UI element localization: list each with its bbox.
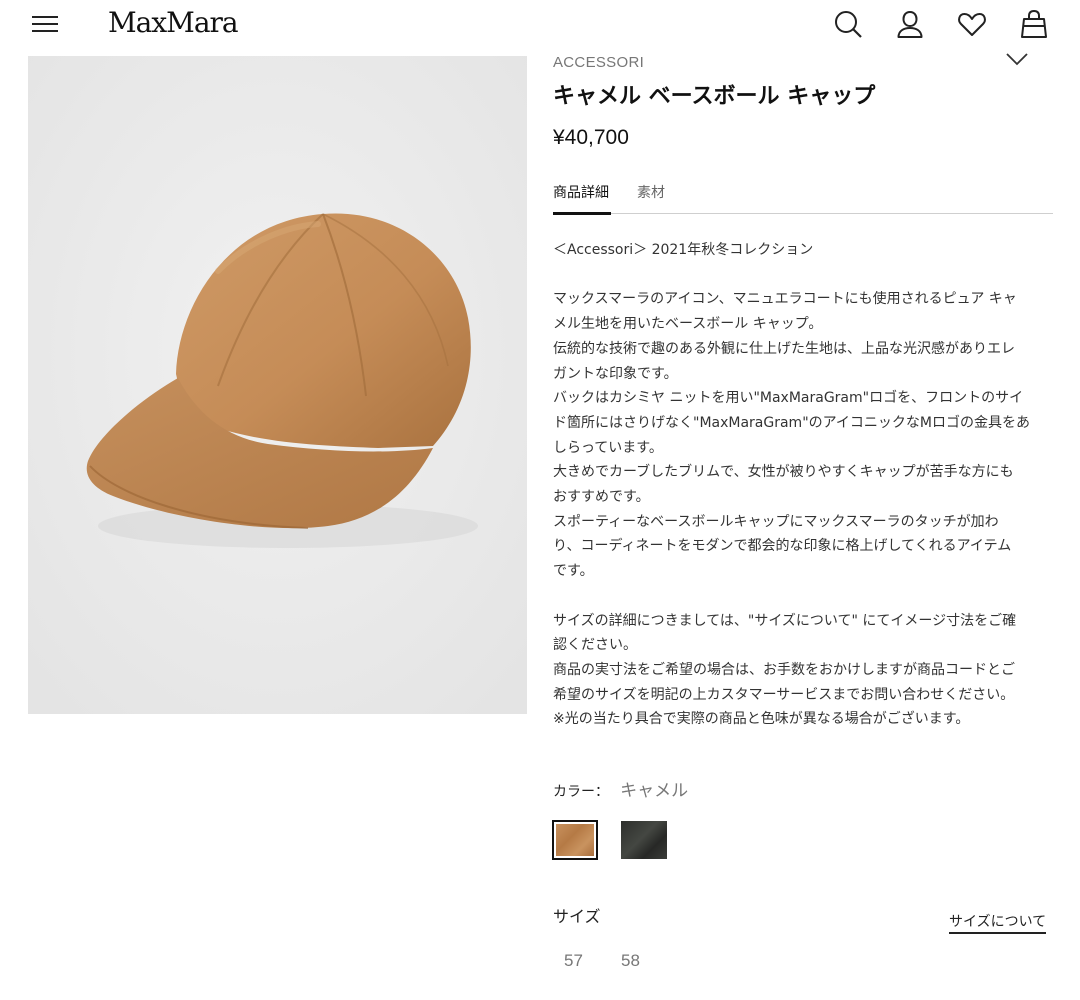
cap-image (28, 56, 527, 714)
brand-logo[interactable]: MaxMara (108, 6, 239, 39)
size-guide-link[interactable]: サイズについて (949, 911, 1047, 934)
color-label: カラー： (553, 784, 609, 800)
heart-icon[interactable] (956, 8, 988, 40)
tab-details[interactable]: 商品詳細 (553, 182, 611, 215)
description-line: ド箇所にはさりげなく"MaxMaraGram"のアイコニックなMロゴの金具をあ (553, 414, 1031, 431)
swatch-fill (621, 821, 667, 859)
description-line: バックはカシミヤ ニットを用い"MaxMaraGram"ロゴを、フロントのサイ (553, 390, 1024, 407)
tab-material[interactable]: 素材 (637, 182, 665, 214)
description-line: 大きめでカーブしたブリムで、女性が被りやすくキャップが苦手な方にも (553, 464, 1014, 481)
product-image[interactable] (28, 56, 527, 714)
site-header: MaxMara (0, 0, 1080, 52)
product-price: ¥40,700 (553, 126, 629, 149)
swatch-fill (556, 824, 594, 856)
size-option-58[interactable]: 58 (621, 951, 640, 971)
description-line: おすすめです。 (553, 489, 650, 506)
description-line: メル生地を用いたベースボール キャップ。 (553, 316, 823, 333)
color-value: キャメル (620, 781, 689, 801)
chevron-down-icon[interactable] (1002, 46, 1032, 72)
bag-icon[interactable] (1018, 8, 1050, 40)
product-description: ＜Accessori＞ 2021年秋冬コレクション マックスマーラのアイコン、マ… (553, 238, 1053, 732)
color-swatch-camel[interactable] (552, 820, 598, 860)
size-option-57[interactable]: 57 (564, 951, 583, 971)
color-selector: カラー： キャメル (553, 776, 688, 801)
description-line: 認ください。 (553, 637, 637, 654)
description-line: ※光の当たり具合で実際の商品と色味が異なる場合がございます。 (553, 711, 970, 728)
description-line: スポーティーなベースボールキャップにマックスマーラのタッチが加わ (553, 513, 999, 530)
description-line: 希望のサイズを明記の上カスタマーサービスまでお問い合わせください。 (553, 686, 1015, 703)
description-line: マックスマーラのアイコン、マニュエラコートにも使用されるピュア キャ (553, 291, 1017, 308)
menu-icon[interactable] (32, 12, 60, 36)
description-line: 商品の実寸法をご希望の場合は、お手数をおかけしますが商品コードとご (553, 661, 1015, 678)
product-title: キャメル ベースボール キャップ (553, 84, 876, 109)
description-line: ガントな印象です。 (553, 365, 678, 382)
account-icon[interactable] (894, 8, 926, 40)
color-swatch-black[interactable] (621, 821, 667, 859)
search-icon[interactable] (832, 8, 864, 40)
description-line: しらっています。 (553, 439, 663, 456)
description-line: サイズの詳細につきましては、"サイズについて" にてイメージ寸法をご確 (553, 612, 1017, 629)
product-tabs: 商品詳細 素材 (553, 182, 1053, 215)
description-line: です。 (553, 563, 594, 580)
product-category: ACCESSORI (553, 54, 645, 71)
size-label: サイズ (553, 907, 601, 926)
description-line: 伝統的な技術で趣のある外観に仕上げた生地は、上品な光沢感がありエレ (553, 340, 1015, 357)
description-line: ＜Accessori＞ 2021年秋冬コレクション (553, 242, 814, 258)
description-line: り、コーディネートをモダンで都会的な印象に格上げしてくれるアイテム (553, 538, 1012, 555)
